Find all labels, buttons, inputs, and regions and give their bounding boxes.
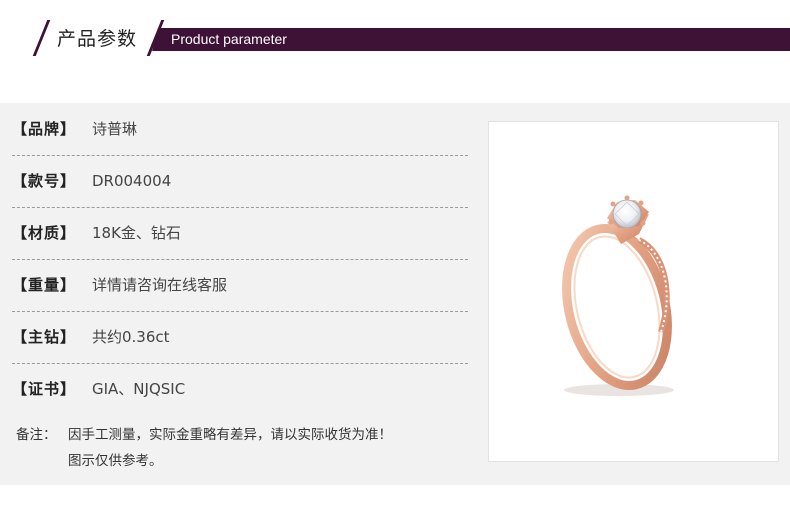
param-label: 【材质】 <box>12 224 77 242</box>
prong <box>638 200 644 206</box>
param-label: 【主钻】 <box>12 328 77 346</box>
param-value: 18K金、钻石 <box>92 224 181 242</box>
prong <box>624 195 630 201</box>
param-value: 详情请咨询在线客服 <box>92 276 228 294</box>
remark-line-2: 图示仅供参考。 <box>68 453 163 469</box>
param-label: 【重量】 <box>12 276 77 294</box>
prong <box>640 220 646 226</box>
param-row-brand: 【品牌】 诗普琳 <box>12 103 468 156</box>
param-value: DR004004 <box>92 172 172 190</box>
product-image-frame <box>488 121 779 462</box>
rose-gold-diamond-ring-image <box>562 195 674 396</box>
prong <box>624 227 630 233</box>
param-row-certificate: 【证书】 GIA、NJQSIC <box>12 363 468 415</box>
section-title-cn: 产品参数 <box>57 28 138 50</box>
param-value: 共约0.36ct <box>92 328 170 346</box>
param-value: GIA、NJQSIC <box>92 380 186 398</box>
section-title-en: Product parameter <box>171 31 287 47</box>
prong <box>610 201 616 207</box>
param-row-main-diamond: 【主钻】 共约0.36ct <box>12 311 468 364</box>
ring-band <box>562 224 672 390</box>
param-row-material: 【材质】 18K金、钻石 <box>12 207 468 260</box>
param-row-weight: 【重量】 详情请咨询在线客服 <box>12 259 468 312</box>
param-row-model: 【款号】 DR004004 <box>12 155 468 208</box>
param-label: 【款号】 <box>12 172 77 190</box>
param-label: 【品牌】 <box>12 120 77 138</box>
prong <box>608 219 614 225</box>
remark-label: 备注： <box>16 427 57 443</box>
main-diamond <box>612 199 642 229</box>
remark-line-1: 因手工测量，实际金重略有差异，请以实际收货为准！ <box>68 427 392 443</box>
remark-note: 备注： 因手工测量，实际金重略有差异，请以实际收货为准！ 图示仅供参考。 <box>16 422 392 474</box>
param-label: 【证书】 <box>12 380 77 398</box>
param-value: 诗普琳 <box>92 120 138 138</box>
